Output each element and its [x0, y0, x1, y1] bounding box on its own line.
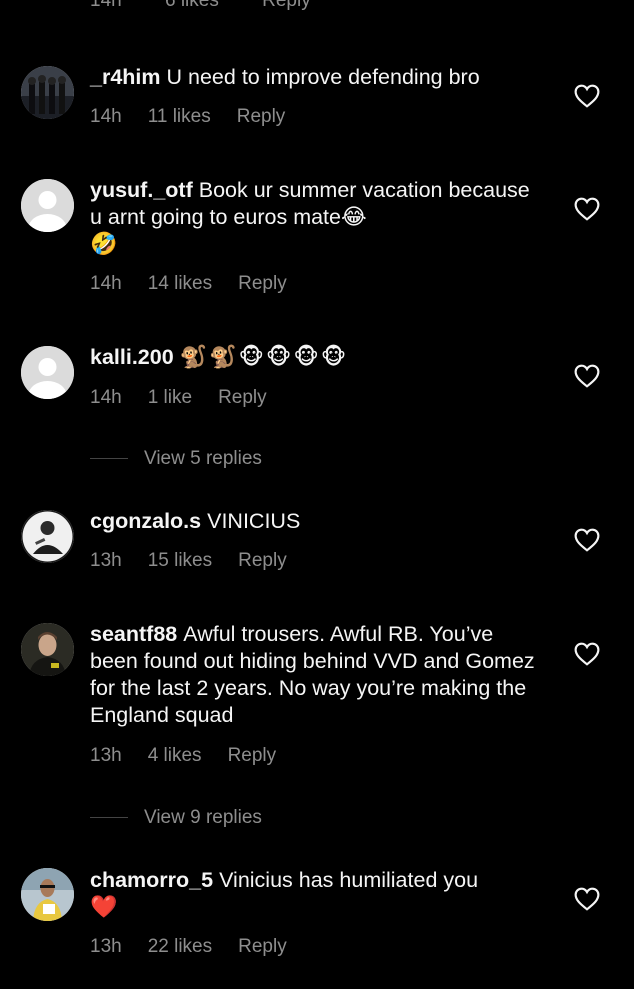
- laughing-emoji: 😂: [341, 204, 367, 229]
- comment-body: cgonzalo.s VINICIUS: [90, 508, 540, 535]
- comment-time: 14h: [90, 0, 122, 11]
- reply-button[interactable]: Reply: [238, 936, 287, 957]
- comment-meta: 13h 22 likes Reply: [90, 936, 287, 958]
- comment-likes[interactable]: 14 likes: [148, 273, 212, 295]
- heart-outline-icon[interactable]: [574, 197, 600, 221]
- divider-line: [90, 458, 128, 460]
- comment-username[interactable]: seantf88: [90, 622, 177, 646]
- heart-outline-icon[interactable]: [574, 84, 600, 108]
- monkey-emojis: 🐒🐒🐵🐵🐵🐵: [179, 344, 349, 369]
- comment-body: _r4him U need to improve defending bro: [90, 64, 540, 91]
- comment-time: 14h: [90, 106, 122, 127]
- avatar[interactable]: [21, 510, 74, 563]
- reply-button[interactable]: Reply: [218, 387, 267, 408]
- reply-button[interactable]: Reply: [238, 550, 287, 571]
- avatar[interactable]: [21, 868, 74, 921]
- comment-time: 14h: [90, 273, 122, 294]
- avatar[interactable]: [21, 346, 74, 399]
- view-replies-button[interactable]: View 5 replies: [90, 448, 262, 470]
- heart-outline-icon[interactable]: [574, 528, 600, 552]
- comment-username[interactable]: cgonzalo.s: [90, 509, 201, 533]
- comment-username[interactable]: _r4him: [90, 65, 161, 89]
- view-replies-button[interactable]: View 9 replies: [90, 807, 262, 829]
- divider-line: [90, 817, 128, 819]
- avatar[interactable]: [21, 66, 74, 119]
- comment-likes[interactable]: 1 like: [148, 387, 192, 409]
- comment-likes[interactable]: 11 likes: [148, 106, 211, 128]
- heart-outline-icon[interactable]: [574, 887, 600, 911]
- comment-username[interactable]: chamorro_5: [90, 868, 213, 892]
- comment-body: kalli.200 🐒🐒🐵🐵🐵🐵: [90, 344, 540, 371]
- comment-body: seantf88 Awful trousers. Awful RB. You’ve…: [90, 621, 540, 729]
- comment-body: yusuf._otf Book ur summer vacation becaus…: [90, 177, 540, 258]
- red-heart-emoji: ❤️: [90, 894, 118, 919]
- avatar[interactable]: [21, 179, 74, 232]
- comment-likes[interactable]: 6 likes: [165, 0, 219, 11]
- comment-body: chamorro_5 Vinicius has humiliated you ❤️: [90, 867, 540, 921]
- previous-comment-meta: 14h 6 likes Reply: [90, 0, 349, 12]
- reply-button[interactable]: Reply: [228, 745, 277, 766]
- comment-text: Vinicius has humiliated you: [219, 868, 479, 892]
- reply-button[interactable]: Reply: [238, 273, 287, 294]
- comment-meta: 13h 4 likes Reply: [90, 745, 276, 767]
- comment-text: VINICIUS: [207, 509, 301, 533]
- comment-likes[interactable]: 15 likes: [148, 550, 212, 572]
- comment-time: 13h: [90, 745, 122, 766]
- comment-username[interactable]: kalli.200: [90, 345, 174, 369]
- comment-text: U need to improve defending bro: [166, 65, 480, 89]
- comment-meta: 14h 14 likes Reply: [90, 273, 287, 295]
- view-replies-label: View 5 replies: [144, 448, 262, 469]
- comment-time: 13h: [90, 550, 122, 571]
- comment-likes[interactable]: 4 likes: [148, 745, 202, 767]
- rofl-emoji: 🤣: [90, 231, 118, 256]
- comment-meta: 14h 1 like Reply: [90, 387, 267, 409]
- comment-username[interactable]: yusuf._otf: [90, 178, 193, 202]
- reply-button[interactable]: Reply: [237, 106, 286, 127]
- heart-outline-icon[interactable]: [574, 642, 600, 666]
- view-replies-label: View 9 replies: [144, 807, 262, 828]
- comment-likes[interactable]: 22 likes: [148, 936, 212, 958]
- comment-time: 13h: [90, 936, 122, 957]
- comment-meta: 14h 11 likes Reply: [90, 106, 285, 128]
- heart-outline-icon[interactable]: [574, 364, 600, 388]
- reply-button[interactable]: Reply: [262, 0, 311, 11]
- comment-time: 14h: [90, 387, 122, 408]
- comment-meta: 13h 15 likes Reply: [90, 550, 287, 572]
- avatar[interactable]: [21, 623, 74, 676]
